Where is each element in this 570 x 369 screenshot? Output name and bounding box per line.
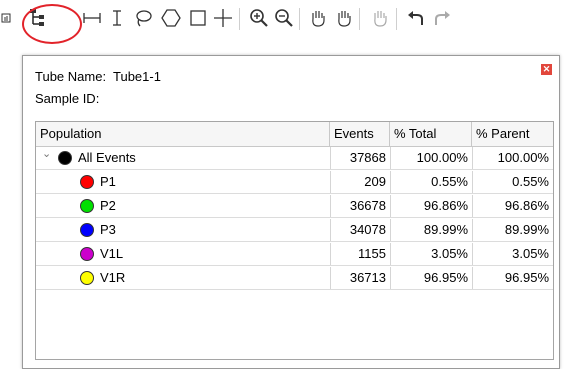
tube-name-label: Tube Name:	[35, 69, 107, 84]
rectangle-icon[interactable]	[186, 6, 210, 30]
cell-parent: 0.55%	[472, 171, 553, 193]
lasso-icon[interactable]	[131, 6, 155, 30]
row-divider	[36, 217, 553, 218]
grab-hand-icon[interactable]	[332, 6, 356, 30]
table-row[interactable]: V1R 36713 96.95% 96.95%	[36, 267, 553, 289]
toolbar-separator	[396, 8, 397, 30]
undo-icon[interactable]	[404, 6, 428, 30]
row-divider	[36, 241, 553, 242]
zoom-out-icon[interactable]	[272, 6, 296, 30]
header-total[interactable]: % Total	[390, 122, 472, 146]
table-row[interactable]: P2 36678 96.86% 96.86%	[36, 195, 553, 217]
stats-icon[interactable]	[0, 6, 14, 30]
population-name: V1L	[100, 246, 124, 261]
toolbar-separator	[299, 8, 300, 30]
cell-total: 89.99%	[390, 219, 472, 241]
population-color-dot	[80, 223, 94, 237]
hexagon-icon[interactable]	[159, 6, 183, 30]
cell-total: 96.95%	[390, 267, 472, 289]
population-name: V1R	[100, 270, 126, 285]
close-icon[interactable]: ✕	[541, 64, 552, 75]
range-gate-icon[interactable]	[80, 6, 104, 30]
table-row[interactable]: ⌄ All Events 37868 100.00% 100.00%	[36, 147, 553, 169]
tube-name-line: Tube Name: Tube1-1	[35, 66, 161, 88]
tube-name-value: Tube1-1	[113, 69, 161, 84]
cell-events: 36678	[330, 195, 390, 217]
cell-total: 100.00%	[390, 147, 472, 169]
population-table: Population Events % Total % Parent ⌄ All …	[35, 121, 554, 360]
population-color-dot	[58, 151, 72, 165]
sample-id-line: Sample ID:	[35, 88, 161, 110]
tube-info: Tube Name: Tube1-1 Sample ID:	[35, 66, 161, 110]
sample-id-label: Sample ID:	[35, 91, 100, 106]
cell-total: 96.86%	[390, 195, 472, 217]
header-events[interactable]: Events	[330, 122, 390, 146]
population-hierarchy-panel: ✕ Tube Name: Tube1-1 Sample ID: Populatio…	[22, 55, 560, 369]
header-population[interactable]: Population	[36, 122, 330, 146]
population-name: P1	[100, 174, 116, 189]
table-row[interactable]: V1L 1155 3.05% 3.05%	[36, 243, 553, 265]
population-name: All Events	[78, 150, 136, 165]
pan-hand-icon[interactable]	[306, 6, 330, 30]
cell-events: 36713	[330, 267, 390, 289]
cell-parent: 100.00%	[472, 147, 553, 169]
row-divider	[36, 169, 553, 170]
row-divider	[36, 193, 553, 194]
population-color-dot	[80, 271, 94, 285]
hierarchy-icon[interactable]	[26, 6, 50, 30]
population-color-dot	[80, 175, 94, 189]
zoom-in-icon[interactable]	[247, 6, 271, 30]
cell-total: 0.55%	[390, 171, 472, 193]
text-cursor-icon[interactable]	[105, 6, 129, 30]
population-name: P3	[100, 222, 116, 237]
population-color-dot	[80, 247, 94, 261]
cell-events: 37868	[330, 147, 390, 169]
toolbar-separator	[359, 8, 360, 30]
population-color-dot	[80, 199, 94, 213]
redo-icon[interactable]	[430, 6, 454, 30]
cell-events: 1155	[330, 243, 390, 265]
cell-events: 34078	[330, 219, 390, 241]
cell-events: 209	[330, 171, 390, 193]
table-header: Population Events % Total % Parent	[36, 122, 553, 147]
table-row[interactable]: P3 34078 89.99% 89.99%	[36, 219, 553, 241]
toolbar	[0, 0, 570, 44]
population-name: P2	[100, 198, 116, 213]
row-divider	[36, 289, 553, 290]
hand-disabled-icon[interactable]	[368, 6, 392, 30]
cell-total: 3.05%	[390, 243, 472, 265]
table-row[interactable]: P1 209 0.55% 0.55%	[36, 171, 553, 193]
cell-parent: 96.86%	[472, 195, 553, 217]
cell-parent: 96.95%	[472, 267, 553, 289]
header-parent[interactable]: % Parent	[472, 122, 553, 146]
collapse-chevron-icon[interactable]: ⌄	[42, 147, 51, 160]
row-divider	[36, 265, 553, 266]
toolbar-separator	[239, 8, 240, 30]
cell-parent: 3.05%	[472, 243, 553, 265]
cell-parent: 89.99%	[472, 219, 553, 241]
crosshair-icon[interactable]	[211, 6, 235, 30]
